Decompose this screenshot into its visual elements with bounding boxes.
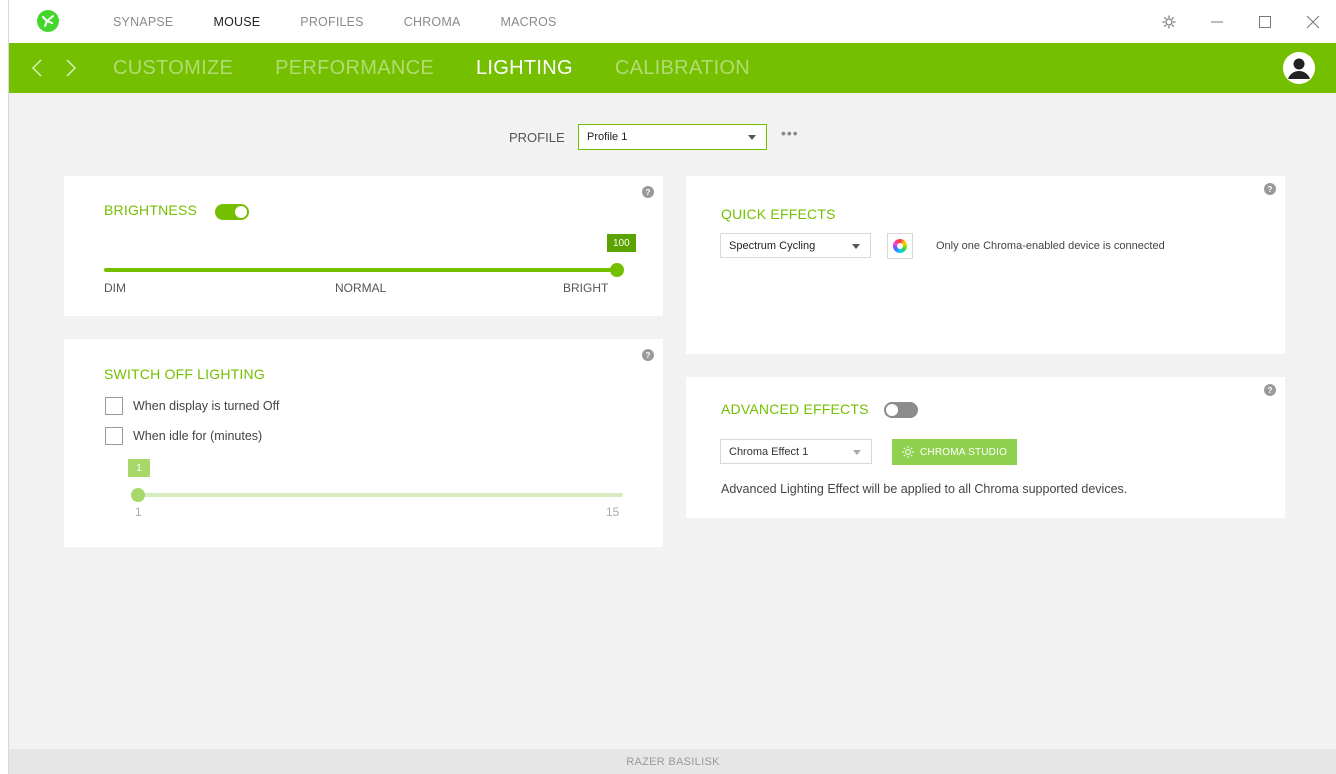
tab-lighting[interactable]: LIGHTING xyxy=(476,57,573,80)
advanced-effects-toggle[interactable] xyxy=(884,402,918,418)
chroma-studio-label: CHROMA STUDIO xyxy=(920,446,1008,458)
chevron-down-icon xyxy=(853,450,861,455)
idle-label: When idle for (minutes) xyxy=(133,429,263,443)
settings-icon[interactable] xyxy=(1145,0,1193,43)
device-footer: RAZER BASILISK xyxy=(9,749,1336,774)
chevron-down-icon xyxy=(852,244,860,249)
tab-calibration[interactable]: CALIBRATION xyxy=(615,57,750,80)
brightness-slider-track[interactable] xyxy=(104,268,617,272)
display-off-label: When display is turned Off xyxy=(133,399,280,413)
sub-nav: CUSTOMIZE PERFORMANCE LIGHTING CALIBRATI… xyxy=(9,43,1336,93)
quick-effects-dropdown[interactable]: Spectrum Cycling xyxy=(720,233,871,258)
idle-max-label: 15 xyxy=(606,505,620,519)
idle-slider-track[interactable] xyxy=(138,493,623,497)
idle-checkbox-row[interactable]: When idle for (minutes) xyxy=(105,427,262,445)
profile-label: PROFILE xyxy=(509,130,565,145)
tab-performance[interactable]: PERFORMANCE xyxy=(275,57,434,80)
quick-effects-info: Only one Chroma-enabled device is connec… xyxy=(936,240,1165,252)
switch-off-lighting-card: ? SWITCH OFF LIGHTING When display is tu… xyxy=(64,339,663,547)
advanced-effects-description: Advanced Lighting Effect will be applied… xyxy=(721,482,1128,496)
user-avatar-icon[interactable] xyxy=(1283,52,1315,84)
help-icon[interactable]: ? xyxy=(1264,183,1276,195)
idle-value-bubble: 1 xyxy=(128,459,150,477)
nav-synapse[interactable]: SYNAPSE xyxy=(113,15,173,29)
minimize-icon[interactable] xyxy=(1193,0,1241,43)
help-icon[interactable]: ? xyxy=(642,349,654,361)
advanced-effects-card: ? ADVANCED EFFECTS Chroma Effect 1 CHROM… xyxy=(686,377,1285,518)
quick-effects-card: ? QUICK EFFECTS Spectrum Cycling Only on… xyxy=(686,176,1285,354)
display-off-checkbox-row[interactable]: When display is turned Off xyxy=(105,397,279,415)
quick-effects-title: QUICK EFFECTS xyxy=(721,206,836,222)
display-off-checkbox[interactable] xyxy=(105,397,123,415)
top-nav: SYNAPSE MOUSE PROFILES CHROMA MACROS xyxy=(113,0,597,43)
sun-icon xyxy=(902,446,914,458)
help-icon[interactable]: ? xyxy=(642,186,654,198)
advanced-effects-title: ADVANCED EFFECTS xyxy=(721,401,869,417)
profile-dropdown-value: Profile 1 xyxy=(587,131,628,143)
close-icon[interactable] xyxy=(1289,0,1336,43)
brightness-max-label: BRIGHT xyxy=(563,281,609,295)
brightness-title: BRIGHTNESS xyxy=(104,202,198,218)
brightness-slider-thumb[interactable] xyxy=(610,263,624,277)
quick-effects-dropdown-value: Spectrum Cycling xyxy=(729,240,816,252)
tab-customize[interactable]: CUSTOMIZE xyxy=(113,57,233,80)
window-controls xyxy=(1145,0,1336,43)
brightness-value-bubble: 100 xyxy=(607,234,636,252)
idle-min-label: 1 xyxy=(135,505,142,519)
brightness-mid-label: NORMAL xyxy=(335,281,387,295)
advanced-effects-dropdown-value: Chroma Effect 1 xyxy=(729,446,809,458)
brightness-min-label: DIM xyxy=(104,281,126,295)
nav-macros[interactable]: MACROS xyxy=(501,15,557,29)
brightness-card: ? BRIGHTNESS 100 DIM NORMAL BRIGHT xyxy=(64,176,663,316)
advanced-effects-dropdown[interactable]: Chroma Effect 1 xyxy=(720,439,872,464)
maximize-icon[interactable] xyxy=(1241,0,1289,43)
idle-slider-thumb[interactable] xyxy=(131,488,145,502)
sub-nav-tabs: CUSTOMIZE PERFORMANCE LIGHTING CALIBRATI… xyxy=(113,43,792,93)
switch-off-title: SWITCH OFF LIGHTING xyxy=(104,366,265,382)
idle-checkbox[interactable] xyxy=(105,427,123,445)
brightness-toggle[interactable] xyxy=(215,204,249,220)
title-bar: SYNAPSE MOUSE PROFILES CHROMA MACROS xyxy=(9,0,1336,43)
chevron-down-icon xyxy=(748,135,756,140)
app-window: SYNAPSE MOUSE PROFILES CHROMA MACROS CUS… xyxy=(8,0,1336,774)
help-icon[interactable]: ? xyxy=(1264,384,1276,396)
chroma-studio-button[interactable]: CHROMA STUDIO xyxy=(892,439,1018,465)
nav-chroma[interactable]: CHROMA xyxy=(404,15,461,29)
forward-arrow-icon[interactable] xyxy=(61,56,81,80)
profile-dropdown[interactable]: Profile 1 xyxy=(578,124,767,150)
more-options-icon[interactable]: ••• xyxy=(781,125,799,141)
device-name: RAZER BASILISK xyxy=(626,755,720,768)
nav-profiles[interactable]: PROFILES xyxy=(300,15,363,29)
nav-mouse[interactable]: MOUSE xyxy=(213,15,260,29)
back-arrow-icon[interactable] xyxy=(27,56,47,80)
razer-logo-icon[interactable] xyxy=(37,10,59,32)
color-wheel-button[interactable] xyxy=(887,233,913,259)
color-wheel-icon xyxy=(893,239,907,253)
